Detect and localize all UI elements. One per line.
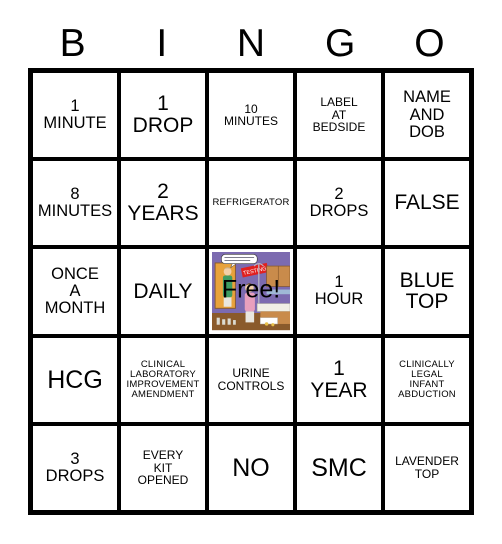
bingo-grid: 1 MINUTE 1 DROP 10 MINUTES LABEL AT BEDS…: [28, 68, 474, 515]
bingo-cell-label: LABEL AT BEDSIDE: [312, 95, 366, 135]
bingo-cell-label: CLINICALLY LEGAL INFANT ABDUCTION: [398, 358, 456, 400]
bingo-cell-label: HCG: [47, 365, 103, 394]
bingo-cell[interactable]: CLINICALLY LEGAL INFANT ABDUCTION: [385, 337, 469, 422]
bingo-cell-free-space[interactable]: TESTING Free!: [209, 249, 293, 334]
bingo-cell[interactable]: DAILY: [121, 249, 205, 334]
bingo-card: B I N G O 1 MINUTE 1 DROP 10 MINUTES LAB…: [0, 0, 502, 544]
bingo-cell-label: DAILY: [133, 279, 193, 303]
bingo-cell-label: 1 HOUR: [314, 273, 364, 309]
header-letter-o: O: [414, 21, 445, 65]
bingo-cell[interactable]: FALSE: [385, 161, 469, 246]
header-letter-n: N: [236, 21, 266, 65]
bingo-cell-label: 8 MINUTES: [37, 185, 113, 221]
bingo-cell-label: 2 YEARS: [127, 180, 199, 226]
laboratory-cartoon-icon: TESTING Free!: [212, 252, 290, 331]
bingo-cell[interactable]: HCG: [33, 337, 117, 422]
bingo-cell-label: 1 DROP: [132, 92, 194, 138]
bingo-cell[interactable]: 1 MINUTE: [33, 73, 117, 158]
bingo-cell[interactable]: 1 YEAR: [297, 337, 381, 422]
header-letter-g: G: [325, 21, 356, 65]
bingo-cell[interactable]: EVERY KIT OPENED: [121, 425, 205, 510]
bingo-cell-label: EVERY KIT OPENED: [137, 448, 189, 488]
bingo-cell[interactable]: LABEL AT BEDSIDE: [297, 73, 381, 158]
bingo-cell[interactable]: 10 MINUTES: [209, 73, 293, 158]
bingo-cell-label: NO: [232, 453, 270, 482]
bingo-cell[interactable]: 1 DROP: [121, 73, 205, 158]
bingo-cell[interactable]: 2 DROPS: [297, 161, 381, 246]
bingo-cell-label: 10 MINUTES: [224, 101, 278, 129]
bingo-cell-label: LAVENDER TOP: [395, 454, 459, 481]
bingo-cell-label: BLUE TOP: [399, 268, 455, 314]
header-letter-b: B: [59, 21, 86, 65]
bingo-cell-label: FALSE: [394, 191, 460, 215]
bingo-cell[interactable]: 3 DROPS: [33, 425, 117, 510]
bingo-cell-label: NAME AND DOB: [403, 88, 451, 141]
bingo-cell[interactable]: NO: [209, 425, 293, 510]
bingo-cell[interactable]: 2 YEARS: [121, 161, 205, 246]
bingo-cell-label: 2 DROPS: [309, 185, 369, 221]
bingo-cell-label: ONCE A MONTH: [44, 264, 106, 318]
bingo-cell[interactable]: 8 MINUTES: [33, 161, 117, 246]
bingo-cell[interactable]: ONCE A MONTH: [33, 249, 117, 334]
bingo-cell[interactable]: 1 HOUR: [297, 249, 381, 334]
bingo-cell[interactable]: BLUE TOP: [385, 249, 469, 334]
bingo-cell-label: 3 DROPS: [45, 449, 105, 485]
bingo-header: B I N G O: [28, 18, 474, 68]
bingo-cell[interactable]: REFRIGERATOR: [209, 161, 293, 246]
bingo-cell[interactable]: URINE CONTROLS: [209, 337, 293, 422]
bingo-cell-label: SMC: [311, 453, 367, 482]
bingo-cell[interactable]: NAME AND DOB: [385, 73, 469, 158]
bingo-cell[interactable]: LAVENDER TOP: [385, 425, 469, 510]
bingo-cell-label: 1 MINUTE: [43, 96, 107, 133]
bingo-cell[interactable]: SMC: [297, 425, 381, 510]
bingo-cell[interactable]: CLINICAL LABORATORY IMPROVEMENT AMENDMEN…: [121, 337, 205, 422]
header-letter-i: I: [156, 21, 168, 65]
bingo-cell-label: CLINICAL LABORATORY IMPROVEMENT AMENDMEN…: [126, 358, 200, 400]
bingo-cell-label: REFRIGERATOR: [212, 197, 290, 209]
bingo-cell-label: 1 YEAR: [310, 356, 368, 402]
bingo-cell-label: URINE CONTROLS: [217, 366, 285, 393]
